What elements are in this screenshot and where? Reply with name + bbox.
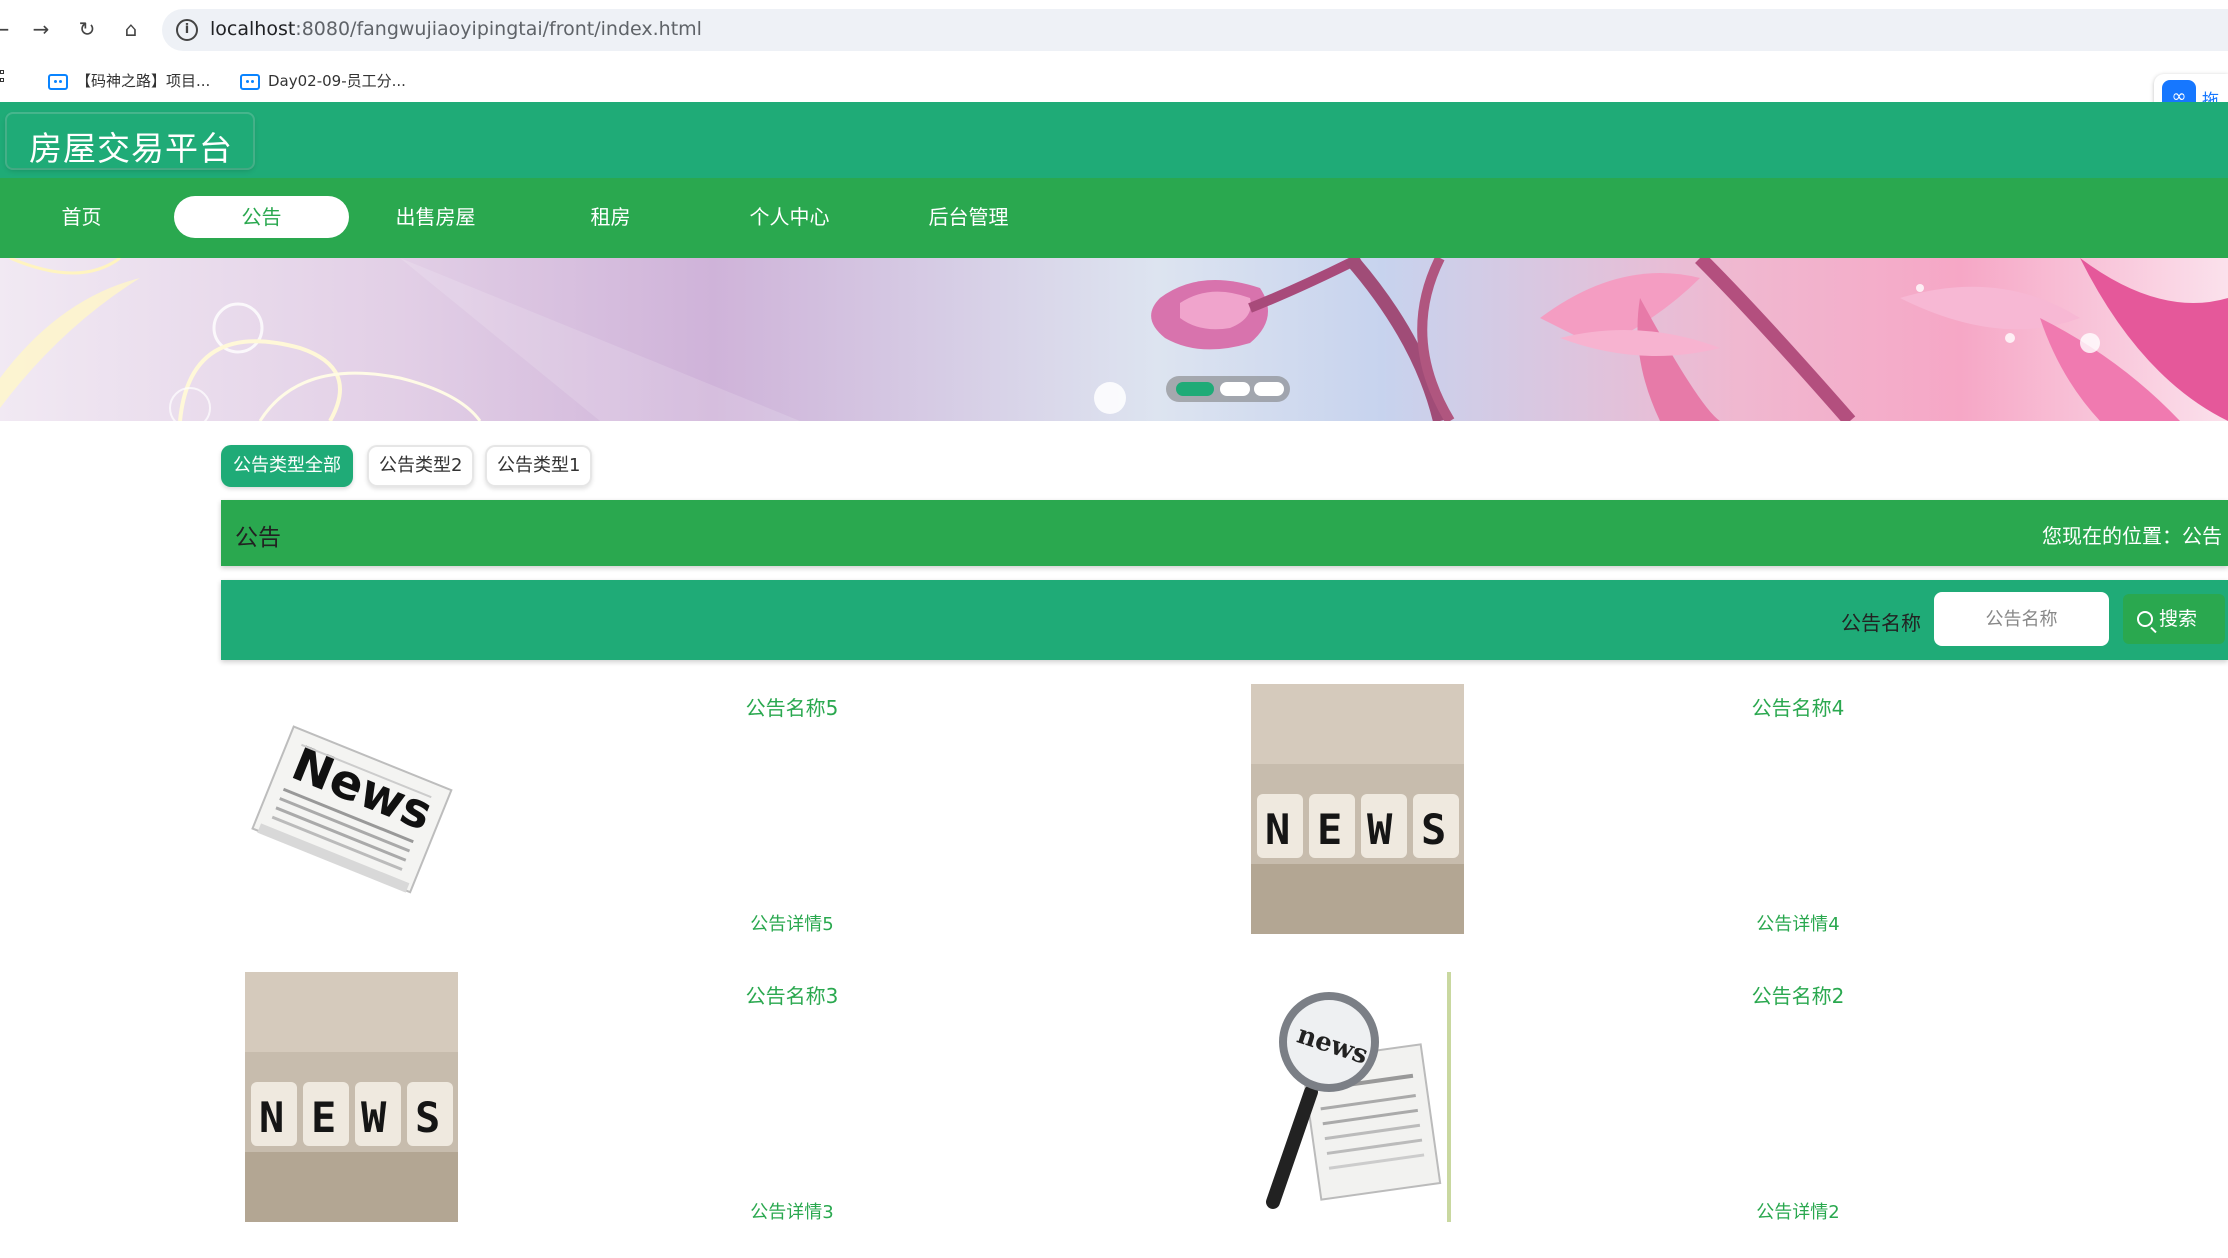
- nav-admin[interactable]: 后台管理: [881, 196, 1056, 238]
- svg-text:S: S: [415, 1093, 440, 1142]
- url-text[interactable]: localhost:8080/fangwujiaoyipingtai/front…: [210, 18, 702, 40]
- svg-text:E: E: [1317, 805, 1342, 854]
- svg-text:S: S: [1421, 805, 1446, 854]
- category-tab-type2[interactable]: 公告类型2: [367, 445, 475, 487]
- breadcrumb-current[interactable]: 公告: [2182, 524, 2222, 548]
- notice-name[interactable]: 公告名称5: [746, 692, 839, 721]
- carousel-dot[interactable]: [1220, 382, 1250, 396]
- url-host: localhost: [210, 18, 296, 40]
- search-button-label: 搜索: [2159, 608, 2198, 630]
- carousel-dot-active[interactable]: [1176, 382, 1214, 396]
- category-tab-all[interactable]: 公告类型全部: [221, 445, 353, 487]
- nav-rent[interactable]: 租房: [523, 196, 698, 238]
- nav-notice[interactable]: 公告: [174, 196, 349, 238]
- news-newspaper-icon[interactable]: News: [245, 684, 458, 934]
- svg-text:E: E: [311, 1093, 336, 1142]
- page-title-bar: 公告 您现在的位置：公告: [221, 500, 2228, 566]
- notice-name[interactable]: 公告名称3: [746, 980, 839, 1009]
- notice-detail[interactable]: 公告详情4: [1756, 910, 1839, 936]
- svg-text:W: W: [1367, 805, 1393, 854]
- address-bar[interactable]: i localhost:8080/fangwujiaoyipingtai/fro…: [162, 9, 2228, 51]
- notice-detail[interactable]: 公告详情2: [1756, 1198, 1839, 1224]
- apps-grid-icon[interactable]: [0, 70, 10, 90]
- nav-home[interactable]: 首页: [0, 196, 169, 238]
- carousel-dot[interactable]: [1254, 382, 1284, 396]
- reload-icon[interactable]: ↻: [72, 14, 102, 44]
- forward-icon[interactable]: →: [26, 14, 56, 44]
- news-blocks-icon[interactable]: N E W S: [1251, 684, 1464, 934]
- search-button[interactable]: 搜索: [2123, 594, 2225, 644]
- search-input[interactable]: [1934, 592, 2109, 646]
- notice-name[interactable]: 公告名称2: [1752, 980, 1845, 1009]
- category-tab-type1[interactable]: 公告类型1: [485, 445, 593, 487]
- bilibili-icon: [48, 73, 68, 90]
- svg-text:N: N: [259, 1093, 284, 1142]
- site-header: 房屋交易平台: [0, 102, 2228, 178]
- svg-text:N: N: [1265, 805, 1290, 854]
- bookmark-item[interactable]: 【码神之路】项目...: [48, 68, 210, 94]
- site-logo-text: 房屋交易平台: [29, 129, 233, 168]
- svg-text:W: W: [361, 1093, 387, 1142]
- search-icon: [2137, 611, 2153, 627]
- breadcrumb: 您现在的位置：公告: [2042, 520, 2222, 549]
- nav-sell-house[interactable]: 出售房屋: [348, 196, 523, 238]
- notice-card[interactable]: News 公告名称5 公告详情5: [221, 684, 1227, 944]
- back-icon[interactable]: ←: [0, 14, 16, 44]
- bookmark-label: 【码神之路】项目...: [76, 72, 211, 90]
- banner-carousel[interactable]: [0, 258, 2228, 421]
- notice-card[interactable]: N E W S 公告名称4 公告详情4: [1227, 684, 2228, 944]
- main-nav: 首页 公告 出售房屋 租房 个人中心 后台管理: [0, 178, 2228, 258]
- news-magnifier-icon[interactable]: news: [1251, 972, 1464, 1222]
- carousel-indicators: [1166, 376, 1290, 402]
- bookmark-label: Day02-09-员工分...: [268, 72, 406, 90]
- news-blocks-icon[interactable]: N E W S: [245, 972, 458, 1222]
- bookmarks-bar: 【码神之路】项目... Day02-09-员工分...: [0, 60, 2228, 102]
- bookmark-item[interactable]: Day02-09-员工分...: [240, 68, 406, 94]
- site-info-icon[interactable]: i: [176, 19, 198, 41]
- notice-detail[interactable]: 公告详情5: [750, 910, 833, 936]
- browser-toolbar: ← → ↻ ⌂ i localhost:8080/fangwujiaoyipin…: [0, 0, 2228, 60]
- home-icon[interactable]: ⌂: [116, 14, 146, 44]
- search-bar: 公告名称 搜索: [221, 580, 2228, 660]
- url-path: :8080/fangwujiaoyipingtai/front/index.ht…: [295, 18, 702, 40]
- site-logo[interactable]: 房屋交易平台: [7, 114, 253, 168]
- notice-card[interactable]: news 公告名称2 公告详情2: [1227, 972, 2228, 1232]
- breadcrumb-label: 您现在的位置：: [2042, 524, 2182, 548]
- notice-detail[interactable]: 公告详情3: [750, 1198, 833, 1224]
- bilibili-icon: [240, 73, 260, 90]
- page-title: 公告: [235, 525, 281, 551]
- nav-user-center[interactable]: 个人中心: [702, 196, 877, 238]
- notice-card[interactable]: N E W S 公告名称3 公告详情3: [221, 972, 1227, 1232]
- flower-banner-image: [0, 258, 2228, 421]
- search-label: 公告名称: [1841, 611, 1921, 635]
- notice-name[interactable]: 公告名称4: [1752, 692, 1845, 721]
